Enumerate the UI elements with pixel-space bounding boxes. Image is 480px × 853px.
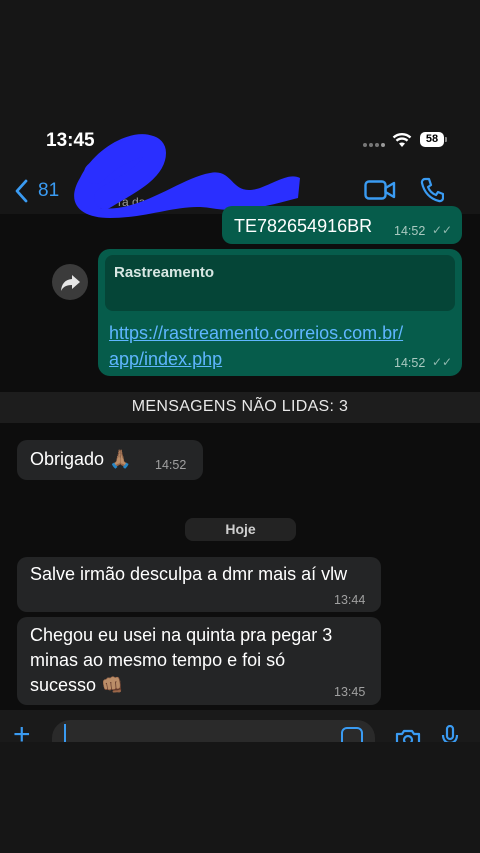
message-text-line: minas ao mesmo tempo e foi só bbox=[30, 650, 286, 670]
read-receipt-icon: ✓✓ bbox=[432, 355, 453, 369]
message-text: Obrigado 🙏🏽 bbox=[30, 449, 132, 469]
date-divider: Hoje bbox=[185, 518, 296, 541]
message-text: Salve irmão desculpa a dmr mais aí vlw bbox=[30, 564, 348, 584]
message-link[interactable]: https://rastreamento.correios.com.br/ ap… bbox=[109, 320, 403, 372]
message-link-line2[interactable]: app/index.php bbox=[109, 346, 403, 372]
message-time: 13:45 bbox=[334, 685, 366, 699]
back-unread-count[interactable]: 81 bbox=[38, 180, 59, 202]
cellular-signal-icon bbox=[363, 143, 385, 149]
message-text-line: sucesso 👊🏽 bbox=[30, 675, 124, 695]
chevron-left-icon[interactable] bbox=[12, 178, 32, 204]
battery-cap bbox=[445, 137, 447, 142]
message-text-line: Chegou eu usei na quinta pra pegar 3 bbox=[30, 625, 333, 645]
message-text: Chegou eu usei na quinta pra pegar 3 min… bbox=[30, 623, 332, 698]
text-caret bbox=[64, 724, 66, 744]
message-time: 14:52 bbox=[155, 458, 187, 472]
wifi-icon bbox=[392, 133, 412, 147]
message-time: 13:44 bbox=[334, 593, 366, 607]
video-camera-icon[interactable] bbox=[364, 179, 396, 201]
message-text: TE782654916BR bbox=[234, 216, 373, 236]
screen: { "status_bar": { "time": "13:45", "batt… bbox=[0, 0, 480, 853]
bottom-area bbox=[0, 742, 480, 853]
message-time: 14:52 bbox=[394, 224, 426, 238]
forward-button[interactable] bbox=[52, 264, 88, 300]
message-time: 14:52 bbox=[394, 356, 426, 370]
forward-arrow-icon bbox=[61, 275, 80, 291]
phone-icon[interactable] bbox=[420, 177, 444, 203]
unread-banner-text: MENSAGENS NÃO LIDAS: 3 bbox=[131, 398, 349, 415]
link-preview-title: Rastreamento bbox=[114, 264, 215, 281]
message-link-line1[interactable]: https://rastreamento.correios.com.br/ bbox=[109, 320, 403, 346]
read-receipt-icon: ✓✓ bbox=[432, 223, 453, 237]
battery-indicator: 58 bbox=[420, 132, 444, 147]
